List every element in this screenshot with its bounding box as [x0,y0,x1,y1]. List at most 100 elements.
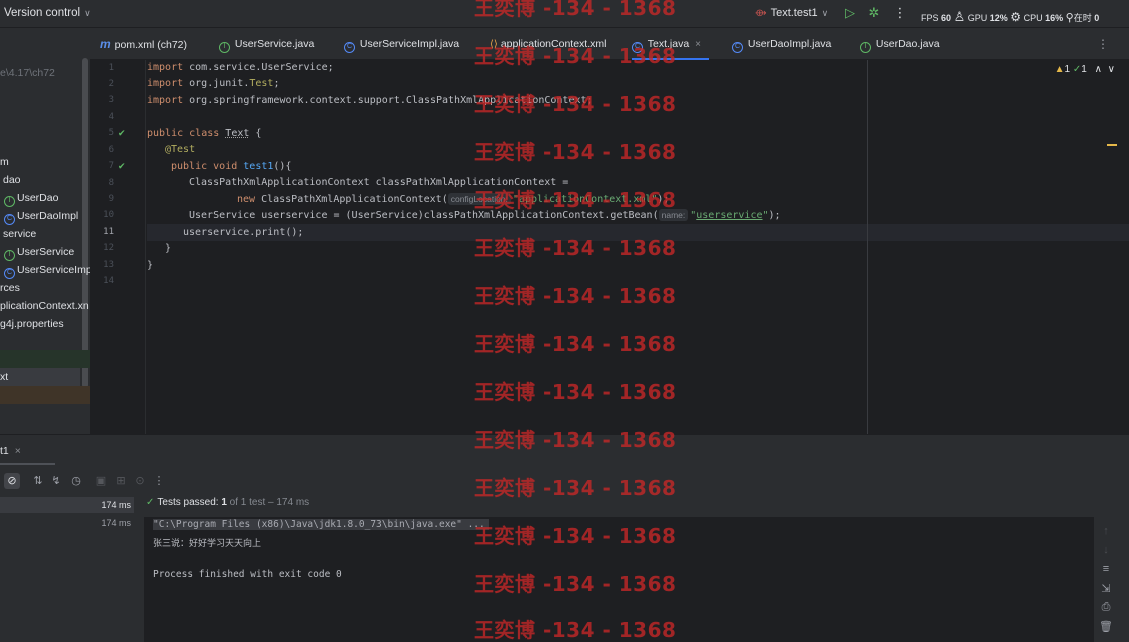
tree-item-label: g4j.properties [0,318,64,330]
project-path: e\4.17\ch72 [0,67,55,79]
tree-item-label: service [3,228,37,240]
project-scrollbar[interactable] [82,58,88,388]
run-tab-label: t1 [0,445,9,457]
search-icon[interactable]: ⚲ [1066,12,1074,24]
close-icon[interactable]: × [695,39,701,50]
tree-item-label: dao [3,174,21,186]
project-panel: e\4.17\ch72 m dao I UserDao C UserDaoImpl … [0,28,90,434]
profile-icon[interactable]: ♙ [954,9,966,24]
tree-item-userdao[interactable]: I UserDao [4,189,58,207]
tree-item-applicationcontext[interactable]: plicationContext.xn [0,297,89,315]
run-test-icon[interactable]: ✔ [118,128,128,138]
history-icon[interactable]: ◷ [68,473,84,489]
test-row[interactable]: 174 ms [0,497,134,513]
line-number: 7 [108,161,114,171]
chevron-down-icon[interactable]: ∨ [1108,64,1115,75]
warning-count: 1 [1064,64,1071,75]
class-icon: C [4,214,15,225]
test-duration: 174 ms [101,518,131,528]
tab-pom-xml[interactable]: m pom.xml (ch72) [100,28,187,60]
run-tab[interactable]: t1 × [0,445,21,457]
tab-label: UserDaoImpl.java [747,38,832,50]
line-number: 3 [108,95,114,105]
editor-tabs: m pom.xml (ch72) I UserService.java C Use… [90,28,1129,60]
scroll-to-end-icon[interactable]: ⇲ [1097,582,1115,598]
tab-userdao[interactable]: I UserDao.java [860,28,940,60]
gpu-value: 12% [989,13,1008,23]
scrollbar-warning-mark[interactable] [1107,144,1117,146]
tree-item-service[interactable]: service [3,225,36,243]
status-main: Tests passed: [157,497,219,508]
run-tab-underline [0,463,55,465]
check-icon: ✓ [146,497,155,508]
tree-item-userservice[interactable]: I UserService [4,243,74,261]
tab-userdaoimpl[interactable]: C UserDaoImpl.java [732,28,831,60]
gpu-label: GPU [967,13,988,23]
test-row[interactable]: 174 ms [0,515,134,531]
tree-item[interactable]: m [0,153,9,171]
tree-item-userdaoimpl[interactable]: C UserDaoImpl [4,207,78,225]
close-icon[interactable]: × [15,445,21,457]
version-control-menu[interactable]: Version control ∨ [4,7,91,19]
chevron-up-icon[interactable]: ∧ [1095,64,1102,75]
xml-icon: ⟨⟩ [490,39,498,50]
trash-icon[interactable]: 🗑 [1097,620,1115,636]
console-command-line: "C:\Program Files (x86)\Java\jdk1.8.0_73… [153,519,489,530]
line-number: 12 [103,243,114,253]
import-icon[interactable]: ⊞ [113,473,129,489]
tree-item-dao[interactable]: dao [3,171,21,189]
code-line-3: import org.springframework.context.suppo… [147,95,593,106]
tree-item-text[interactable]: xt [0,368,8,386]
code-line-12: } [165,243,172,254]
code-editor[interactable]: 1 2 3 4 5 6 7 8 9 10 11 12 13 14 ✔ ✔ imp… [90,60,1129,434]
class-icon: C [732,42,743,53]
interface-icon: I [4,196,15,207]
run-tool-window: t1 × ⊘ ⇅ ↯ ◷ ▣ ⊞ ⊙ ⋮ 174 ms 174 ms ✓ Tests… [0,434,1129,642]
code-line-7: public void test1(){ [171,161,292,172]
interface-icon: I [4,250,15,261]
tree-item-userserviceimpl[interactable]: C UserServiceImp [4,261,90,279]
more-actions-icon[interactable]: ⋮ [892,5,908,21]
version-control-label: Version control [4,7,81,19]
console-output[interactable]: "C:\Program Files (x86)\Java\jdk1.8.0_73… [144,517,1094,642]
sort-icon[interactable]: ⇅ [30,473,46,489]
tab-userserviceimpl[interactable]: C UserServiceImpl.java [344,28,459,60]
tabs-more-icon[interactable]: ⋮ [1097,37,1109,51]
tab-label: pom.xml (ch72) [114,39,188,51]
tree-item-resources[interactable]: rces [0,279,20,297]
code-line-1: import com.service.UserService; [147,62,334,73]
run-icon[interactable]: ▷ [842,5,858,21]
tree-item-label: plicationContext.xn [0,300,89,312]
line-number: 1 [108,63,114,73]
compare-icon[interactable]: ⊙ [132,473,148,489]
tab-label: Text.java [647,38,690,50]
soft-wrap-icon[interactable]: ≡ [1097,563,1115,579]
run-config-selector[interactable]: ⟴ Text.test1 ∨ [755,7,828,19]
console-output-line: 张三说：好好学习天天向上 [153,539,262,549]
tab-applicationcontext[interactable]: ⟨⟩ applicationContext.xml [490,28,606,60]
editor-gutter: 1 2 3 4 5 6 7 8 9 10 11 12 13 14 ✔ ✔ [90,60,146,434]
tab-userservice[interactable]: I UserService.java [219,28,314,60]
scroll-up-icon[interactable]: ↑ [1097,525,1115,541]
code-line-11: userservice.print(); [183,227,304,238]
print-icon[interactable]: ⎙ [1097,601,1115,617]
cpu-label: CPU [1023,13,1043,23]
export-icon[interactable]: ▣ [93,473,109,489]
line-number: 8 [108,178,114,188]
inspection-widget[interactable]: ▲1 ✓1 ∧ ∨ [1055,64,1115,75]
test-status: ✓ Tests passed: 1 of 1 test – 174 ms [146,497,309,508]
chevron-down-icon: ∨ [821,8,829,18]
tab-text-java[interactable]: C Text.java × [632,28,710,60]
scroll-down-icon[interactable]: ↓ [1097,544,1115,560]
run-test-icon[interactable]: ✔ [118,161,128,171]
debug-icon[interactable]: ✲ [866,5,882,21]
tree-item-log4j[interactable]: g4j.properties [0,315,64,333]
more-icon[interactable]: ⋮ [151,473,167,489]
line-number: 11 [103,227,114,237]
show-passed-icon[interactable]: ⊘ [4,473,20,489]
settings-icon[interactable]: ⚙ [1010,10,1021,24]
sort-duration-icon[interactable]: ↯ [48,473,64,489]
line-number: 13 [103,260,114,270]
line-number: 10 [103,210,114,220]
project-highlight-row [0,350,90,368]
